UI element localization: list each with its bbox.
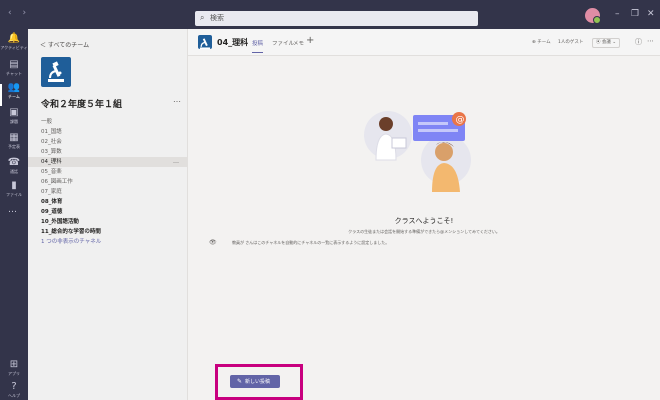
- channel-item[interactable]: 02_社会: [28, 137, 187, 147]
- close-icon[interactable]: ✕: [647, 9, 655, 19]
- tab-posts[interactable]: 投稿: [252, 39, 264, 53]
- info-icon[interactable]: ⓘ: [635, 37, 642, 47]
- channel-item[interactable]: 10_外国語活動: [28, 217, 187, 227]
- rail-files[interactable]: ▮ ファイル: [0, 180, 28, 206]
- welcome-illustration: @: [364, 111, 471, 192]
- calendar-icon: ▦: [9, 132, 19, 143]
- user-avatar[interactable]: [585, 8, 601, 24]
- phone-icon: ☎: [7, 157, 21, 168]
- channel-label: 03_算数: [41, 149, 62, 155]
- channel-item[interactable]: 06_図画工作: [28, 177, 187, 187]
- welcome-title: クラスへようこそ!: [394, 217, 454, 225]
- channel-label: 11_総合的な学習の時間: [41, 229, 101, 235]
- rail-label: ファイル: [6, 192, 22, 197]
- channel-list: 一般 01_国語 02_社会 03_算数 04_理科 … 05_音楽 06_図画工…: [28, 117, 187, 247]
- minimize-icon[interactable]: –: [615, 9, 620, 19]
- channel-label: 05_音楽: [41, 169, 62, 175]
- channel-team-avatar: [198, 35, 212, 50]
- channel-title: 04_理科: [217, 38, 249, 47]
- apps-icon: ⊞: [9, 359, 19, 370]
- more-options-icon[interactable]: ⋯: [647, 37, 654, 45]
- help-icon: ?: [11, 381, 17, 392]
- mention-glyph: @: [456, 115, 465, 125]
- bell-icon: 🔔: [7, 33, 21, 44]
- channel-label: 07_家庭: [41, 189, 62, 195]
- welcome-description: クラスの生徒または会話を開始する準備ができたら@メンションしてみてください。: [348, 229, 500, 234]
- channel-more-icon[interactable]: …: [173, 157, 179, 167]
- guest-button[interactable]: 1人のゲスト: [558, 38, 583, 48]
- nav-arrows[interactable]: ‹ ›: [8, 8, 30, 18]
- app-rail: 🔔 アクティビティ ▤ チャット 👥 チーム ▣ 課題 ▦ 予定表 ☎ 通話 ▮…: [0, 29, 28, 400]
- channel-label: 09_道徳: [41, 209, 63, 215]
- channel-item[interactable]: 11_総合的な学習の時間: [28, 227, 187, 237]
- channel-item[interactable]: 01_国語: [28, 127, 187, 137]
- rail-activity[interactable]: 🔔 アクティビティ: [0, 33, 28, 59]
- new-post-label: 新しい投稿: [245, 379, 271, 385]
- chat-icon: ▤: [9, 59, 19, 70]
- new-post-button[interactable]: ✎ 新しい投稿: [230, 375, 280, 388]
- channel-item[interactable]: 03_算数: [28, 147, 187, 157]
- compose-icon: ✎: [237, 378, 243, 385]
- search-placeholder[interactable]: 検索: [210, 13, 224, 23]
- meet-button[interactable]: ⦿ 会議 ⌄: [592, 38, 621, 48]
- channel-header: 04_理科 投稿 ファイル メモ + ⊕ チーム 1人のゲスト ⦿ 会議 ⌄ ⓘ…: [188, 29, 660, 56]
- team-sidebar: ＜ すべてのチーム 令和２年度５年１組 … 一般 01_国語 02_社会 03_…: [28, 29, 188, 400]
- chevron-down-icon: ⌄: [612, 40, 617, 45]
- channel-item-selected[interactable]: 04_理科 …: [28, 157, 187, 167]
- rail-assignments[interactable]: ▣ 課題: [0, 107, 28, 133]
- channel-item[interactable]: 08_体育: [28, 197, 187, 207]
- search-icon: ⌕: [200, 13, 205, 22]
- rail-label: 通話: [10, 169, 18, 174]
- rail-help[interactable]: ? ヘルプ: [0, 381, 28, 400]
- rail-label: ヘルプ: [8, 393, 20, 398]
- channel-label: 01_国語: [41, 129, 62, 135]
- tab-files[interactable]: ファイル: [272, 39, 294, 47]
- channel-item[interactable]: 07_家庭: [28, 187, 187, 197]
- team-name: 令和２年度５年１組: [41, 100, 123, 110]
- meet-label: ⦿ 会議: [596, 40, 611, 45]
- channel-item[interactable]: 05_音楽: [28, 167, 187, 177]
- all-teams-link[interactable]: ＜ すべてのチーム: [40, 40, 89, 49]
- rail-label: 課題: [10, 119, 18, 124]
- channel-item[interactable]: 一般: [28, 117, 187, 127]
- rail-label: アプリ: [8, 371, 20, 376]
- rail-label: チーム: [8, 94, 20, 99]
- hidden-channels-label: 1 つの非表示のチャネル: [41, 239, 102, 245]
- rail-label: アクティビティ: [0, 45, 28, 50]
- rail-label: チャット: [6, 71, 22, 76]
- search-box[interactable]: ⌕ 検索: [195, 11, 478, 26]
- assignments-icon: ▣: [9, 107, 19, 118]
- team-button[interactable]: ⊕ チーム: [532, 38, 551, 48]
- title-bar: ‹ › ⌕ 検索 – ❐ ✕: [0, 0, 660, 29]
- team-avatar: [41, 57, 71, 87]
- rail-calendar[interactable]: ▦ 予定表: [0, 132, 28, 158]
- hidden-channels-link[interactable]: 1 つの非表示のチャネル: [28, 237, 187, 247]
- channel-label: 10_外国語活動: [41, 219, 79, 225]
- tab-notes[interactable]: メモ: [293, 39, 304, 47]
- channel-label: 08_体育: [41, 199, 63, 205]
- channel-item[interactable]: 09_道徳: [28, 207, 187, 217]
- notice-text: 教員が さんはこのチャネルを自動的にチャネルの一覧に表示するように設定しました。: [232, 240, 390, 245]
- more-apps-icon[interactable]: …: [8, 205, 17, 215]
- team-more-icon[interactable]: …: [173, 95, 181, 104]
- channel-label: 02_社会: [41, 139, 62, 145]
- channel-label: 04_理科: [41, 159, 62, 165]
- channel-label: 06_図画工作: [41, 179, 73, 185]
- rail-label: 予定表: [8, 144, 20, 149]
- eye-icon: 👁: [209, 239, 217, 246]
- teams-icon: 👥: [7, 82, 21, 93]
- maximize-icon[interactable]: ❐: [631, 9, 639, 19]
- files-icon: ▮: [11, 180, 17, 191]
- add-tab-button[interactable]: +: [306, 35, 314, 46]
- microscope-icon: [199, 38, 211, 50]
- channel-label: 一般: [41, 119, 53, 125]
- rail-teams[interactable]: 👥 チーム: [0, 82, 28, 108]
- microscope-icon: [48, 61, 64, 82]
